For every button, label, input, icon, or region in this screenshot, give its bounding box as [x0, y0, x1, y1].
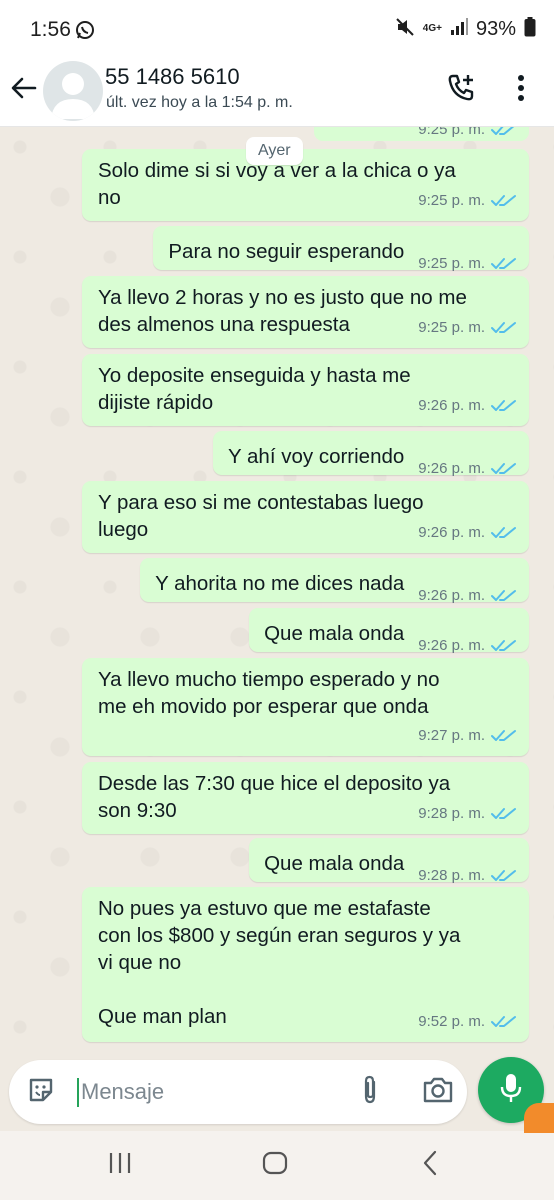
camera-button[interactable]	[419, 1074, 457, 1110]
message-time: 9:25 p. m.	[418, 192, 485, 209]
read-ticks-icon	[491, 127, 517, 137]
add-call-button[interactable]	[441, 70, 481, 110]
system-back-button[interactable]	[410, 1145, 450, 1185]
message-text: Que mala onda	[264, 622, 405, 645]
message-time: 9:26 p. m.	[418, 637, 485, 654]
message-bubble[interactable]: Que mala onda 9:26 p. m.	[249, 608, 529, 654]
read-ticks-icon	[491, 399, 517, 413]
sticker-icon	[27, 1076, 55, 1109]
system-navigation-bar	[0, 1131, 554, 1200]
read-ticks-icon	[491, 729, 517, 743]
read-ticks-icon	[491, 257, 517, 271]
network-type: 4G+	[422, 23, 442, 34]
message-meta: 9:26 p. m.	[418, 582, 517, 609]
battery-percent: 93%	[475, 17, 516, 40]
recent-apps-icon	[107, 1152, 133, 1179]
more-options-button[interactable]	[506, 70, 536, 110]
home-icon	[262, 1151, 288, 1180]
battery-icon	[524, 16, 536, 42]
message-meta: 9:25 p. m.	[418, 250, 517, 277]
text-cursor	[77, 1078, 79, 1107]
message-text: Ya llevo mucho tiempo esperado y no me e…	[98, 668, 440, 718]
message-text: Que mala onda	[264, 852, 405, 875]
paperclip-icon	[359, 1074, 381, 1111]
read-ticks-icon	[491, 639, 517, 653]
read-ticks-icon	[491, 589, 517, 603]
recent-apps-button[interactable]	[100, 1145, 140, 1185]
composer-bar	[0, 1057, 554, 1127]
chat-area[interactable]: 9:25 p. m. Ayer Solo dime si si voy a ve…	[0, 127, 554, 1057]
message-text: Y ahí voy corriendo	[228, 445, 405, 468]
message-meta: 9:25 p. m.	[418, 187, 517, 214]
status-right-icons: 4G+ 93%	[395, 16, 536, 42]
message-time: 9:25 p. m.	[418, 127, 485, 138]
message-meta: 9:26 p. m.	[418, 455, 517, 482]
message-bubble[interactable]: Ya llevo mucho tiempo esperado y no me e…	[82, 658, 529, 756]
message-meta: 9:26 p. m.	[418, 519, 517, 546]
back-icon	[421, 1150, 439, 1181]
chat-header: 55 1486 5610 últ. vez hoy a la 1:54 p. m…	[0, 58, 554, 127]
message-time: 9:27 p. m.	[418, 727, 485, 744]
message-bubble[interactable]: Yo deposite enseguida y hasta me dijiste…	[82, 354, 529, 426]
message-text: Para no seguir esperando	[168, 240, 405, 263]
read-ticks-icon	[491, 807, 517, 821]
mic-icon	[499, 1072, 523, 1109]
message-input-container	[9, 1060, 467, 1124]
read-ticks-icon	[491, 321, 517, 335]
back-arrow-icon	[11, 77, 37, 104]
attach-button[interactable]	[355, 1074, 385, 1110]
message-bubble[interactable]: Desde las 7:30 que hice el deposito ya s…	[82, 762, 529, 834]
message-time: 9:26 p. m.	[418, 460, 485, 477]
date-chip: Ayer	[246, 137, 303, 165]
read-ticks-icon	[491, 526, 517, 540]
back-button[interactable]	[6, 70, 42, 110]
message-time: 9:26 p. m.	[418, 524, 485, 541]
sticker-button[interactable]	[25, 1076, 57, 1108]
message-bubble[interactable]: Y ahorita no me dices nada 9:26 p. m.	[140, 558, 529, 604]
message-meta: 9:25 p. m.	[418, 127, 517, 138]
message-bubble[interactable]: Para no seguir esperando 9:25 p. m.	[153, 226, 529, 272]
message-bubble[interactable]: Ya llevo 2 horas y no es justo que no me…	[82, 276, 529, 348]
message-bubble-partial[interactable]: 9:25 p. m.	[314, 127, 529, 141]
last-seen-status: últ. vez hoy a la 1:54 p. m.	[106, 94, 293, 111]
message-input[interactable]	[81, 1074, 341, 1110]
contact-name[interactable]: 55 1486 5610	[105, 64, 240, 90]
read-ticks-icon	[491, 462, 517, 476]
message-time: 9:25 p. m.	[418, 319, 485, 336]
signal-icon	[450, 17, 468, 41]
add-call-icon	[445, 72, 477, 109]
message-time: 9:26 p. m.	[418, 397, 485, 414]
camera-icon	[422, 1076, 454, 1109]
home-button[interactable]	[255, 1145, 295, 1185]
read-ticks-icon	[491, 194, 517, 208]
mute-icon	[395, 17, 415, 42]
message-bubble[interactable]: Solo dime si si voy a ver a la chica o y…	[82, 149, 529, 221]
message-bubble[interactable]: No pues ya estuvo que me estafaste con l…	[82, 887, 529, 1042]
message-meta: 9:52 p. m.	[418, 1008, 517, 1035]
status-bar: 1:56 4G+ 93%	[0, 0, 554, 58]
message-meta: 9:25 p. m.	[418, 314, 517, 341]
read-ticks-icon	[491, 1015, 517, 1029]
status-time: 1:56	[30, 18, 71, 41]
read-ticks-icon	[491, 869, 517, 883]
more-vert-icon	[517, 74, 525, 107]
floating-badge[interactable]	[524, 1103, 554, 1133]
message-meta: 9:27 p. m.	[418, 722, 517, 749]
message-time: 9:28 p. m.	[418, 805, 485, 822]
message-meta: 9:26 p. m.	[418, 632, 517, 659]
whatsapp-notification-icon	[75, 20, 95, 45]
message-time: 9:52 p. m.	[418, 1013, 485, 1030]
message-time: 9:28 p. m.	[418, 867, 485, 884]
avatar-placeholder-icon	[43, 73, 103, 121]
message-bubble[interactable]: Y ahí voy corriendo 9:26 p. m.	[213, 431, 529, 477]
message-meta: 9:28 p. m.	[418, 800, 517, 827]
message-bubble[interactable]: Y para eso si me contestabas luego luego…	[82, 481, 529, 553]
message-time: 9:25 p. m.	[418, 255, 485, 272]
message-meta: 9:28 p. m.	[418, 862, 517, 889]
message-text: Y ahorita no me dices nada	[155, 572, 405, 595]
avatar[interactable]	[43, 61, 103, 121]
message-bubble[interactable]: Que mala onda 9:28 p. m.	[249, 838, 529, 884]
message-meta: 9:26 p. m.	[418, 392, 517, 419]
message-time: 9:26 p. m.	[418, 587, 485, 604]
